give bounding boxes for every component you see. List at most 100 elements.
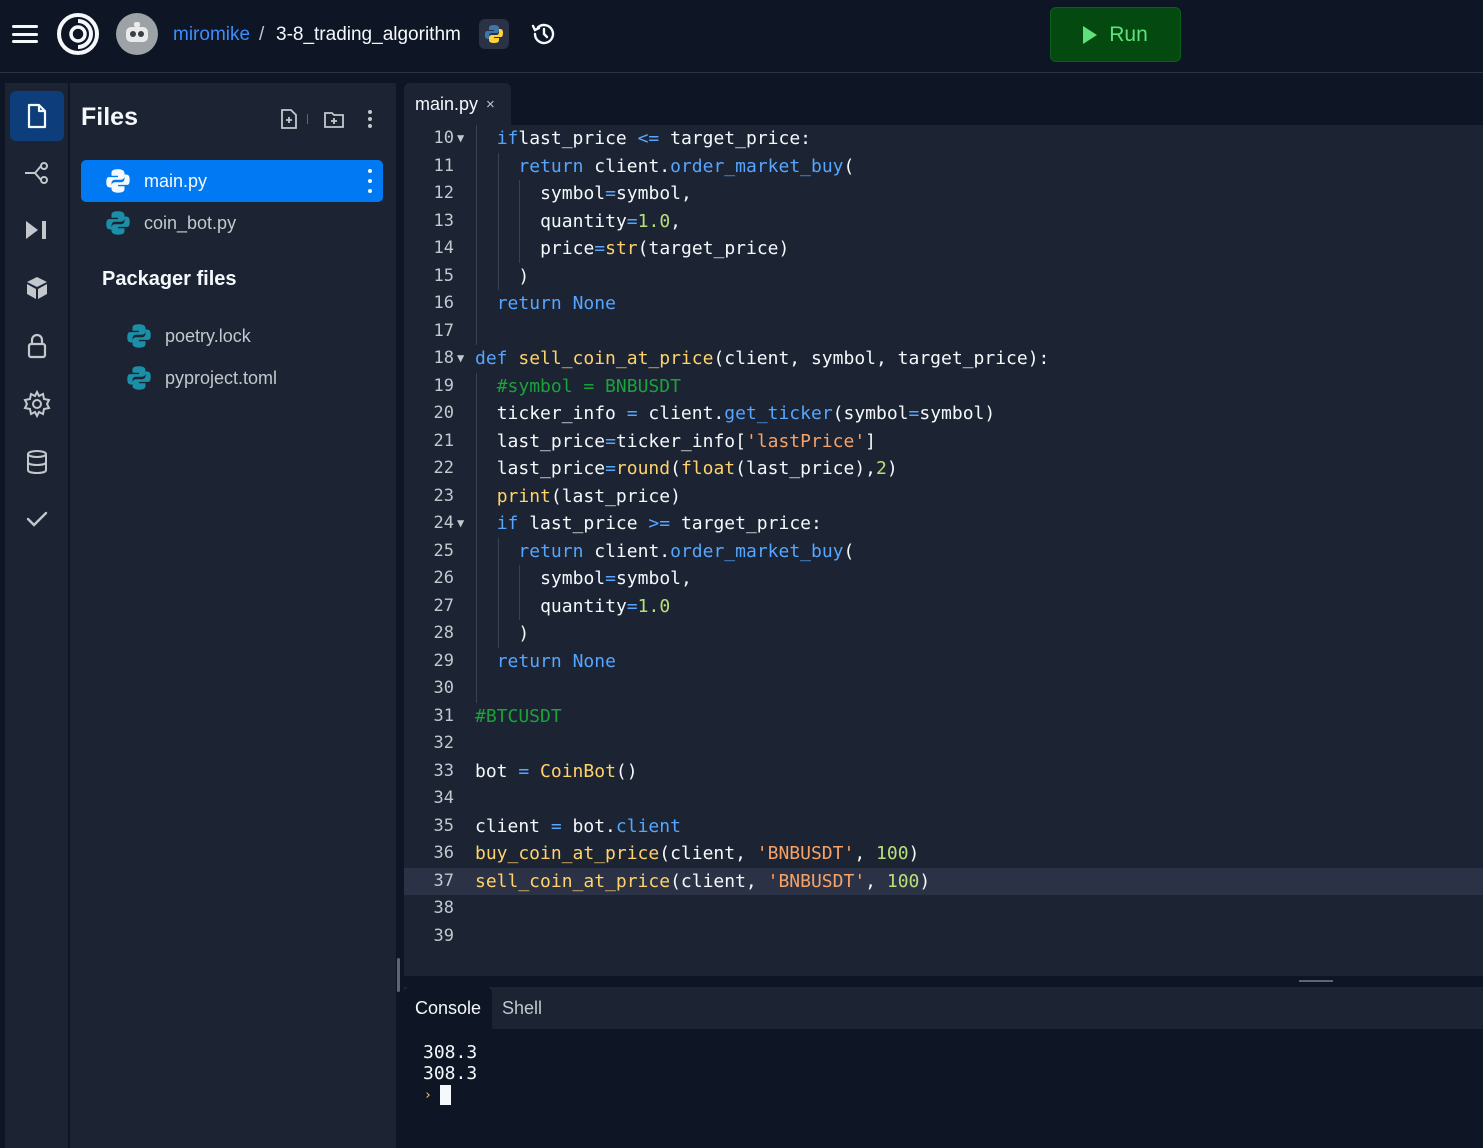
repl-name[interactable]: 3-8_trading_algorithm [276,22,461,48]
run-button[interactable]: Run [1050,7,1181,62]
unit-tests-icon[interactable] [10,494,64,544]
code-line[interactable]: 21 last_price=ticker_info['lastPrice'] [404,427,1483,455]
indent-guide [476,317,477,345]
code-line[interactable]: 25 return client.order_market_buy( [404,537,1483,565]
secrets-icon[interactable] [10,321,64,371]
top-bar: miromike / 3-8_trading_algorithm Run [0,0,1483,73]
files-more-icon[interactable] [358,107,382,131]
new-file-icon[interactable] [277,107,301,131]
file-name: coin_bot.py [144,212,237,233]
indent-guide [476,152,477,180]
code-line[interactable]: 30 [404,675,1483,703]
code-line[interactable]: 14 price=str(target_price) [404,235,1483,263]
code-line[interactable]: 12 symbol=symbol, [404,180,1483,208]
code-line[interactable]: 33 bot = CoinBot() [404,758,1483,786]
code-line[interactable]: 32 [404,730,1483,758]
code-line[interactable]: 31 #BTCUSDT [404,703,1483,731]
console-tab-bar: Console Shell [404,987,1483,1029]
code-text: buy_coin_at_price(client, 'BNBUSDT', 100… [475,843,920,864]
code-line[interactable]: 16 return None [404,290,1483,318]
code-text: print(last_price) [496,485,681,507]
code-line[interactable]: 17 [404,317,1483,345]
indent-guide [497,565,499,593]
code-text: ticker_info = client.get_ticker(symbol=s… [496,403,996,424]
file-name: pyproject.toml [165,367,278,388]
code-line[interactable]: 18 ▼ def sell_coin_at_price(client, symbol… [404,345,1483,373]
code-line[interactable]: 22 last_price=round(float(last_price),2) [404,455,1483,483]
code-line[interactable]: 13 quantity=1.0, [404,207,1483,235]
code-line[interactable]: 20 ticker_info = client.get_ticker(symbol… [404,400,1483,428]
code-line[interactable]: 10 ▼ iflast_price <= target_price: [404,125,1483,153]
console-prompt[interactable]: › [424,1085,451,1105]
code-line[interactable]: 15) [404,262,1483,290]
line-number: 28 [433,623,454,643]
code-editor[interactable]: 10 ▼ iflast_price <= target_price: 11 return… [404,125,1483,976]
debugger-icon[interactable] [10,205,64,255]
code-line[interactable]: 35 client = bot.client [404,813,1483,841]
file-item-coin-bot-py[interactable]: coin_bot.py [81,202,383,244]
console-resize-handle[interactable] [1299,980,1333,982]
close-icon[interactable]: × [486,96,495,113]
python-icon[interactable] [479,19,509,49]
line-number: 34 [433,788,454,808]
tab-main-py[interactable]: main.py × [404,83,511,125]
settings-icon[interactable] [10,379,64,429]
fold-toggle-icon[interactable]: ▼ [457,345,464,373]
line-number: 36 [433,843,454,863]
code-text: sell_coin_at_price(client, 'BNBUSDT', 10… [475,870,931,892]
files-panel: Files main.py coin_bot.py Packager files… [70,83,396,1148]
line-number: 20 [433,403,454,423]
new-folder-icon[interactable] [322,107,346,131]
git-icon[interactable] [10,148,64,198]
code-line[interactable]: 34 [404,785,1483,813]
line-number: 30 [433,678,454,698]
line-number: 22 [433,458,454,478]
code-line[interactable]: 37 sell_coin_at_price(client, 'BNBUSDT', … [404,867,1483,895]
line-number: 37 [433,870,454,891]
code-text: iflast_price <= target_price: [496,128,811,149]
code-line[interactable]: 29 return None [404,647,1483,675]
code-line[interactable]: 38 [404,895,1483,923]
editor-tab-bar: main.py × [404,83,1483,125]
indent-guide [519,180,521,208]
tab-console[interactable]: Console [404,987,493,1029]
files-icon[interactable] [10,91,64,141]
line-number: 19 [433,375,454,396]
username-link[interactable]: miromike [173,22,250,48]
indent-guide [476,455,477,483]
code-text: ) [518,265,530,287]
tool-rail [5,83,69,1148]
file-item-pyproject-toml[interactable]: pyproject.toml [102,357,383,399]
replit-logo-icon[interactable] [56,12,100,56]
code-text: price=str(target_price) [540,238,790,259]
file-more-icon[interactable] [365,169,375,193]
indent-guide [497,180,499,208]
tab-shell[interactable]: Shell [502,987,542,1029]
hamburger-menu-icon[interactable] [10,22,40,46]
console-line: 308.3 [423,1042,478,1063]
panel-resize-handle[interactable] [397,958,400,992]
indent-guide [476,510,477,538]
history-icon[interactable] [528,18,560,50]
line-number: 25 [433,540,454,561]
code-line[interactable]: 19 #symbol = BNBUSDT [404,372,1483,400]
fold-toggle-icon[interactable]: ▼ [457,125,464,153]
line-number: 10 [433,128,454,148]
code-line[interactable]: 39 [404,923,1483,951]
avatar[interactable] [116,13,158,55]
file-item-poetry-lock[interactable]: poetry.lock [102,315,383,357]
console-line: 308.3 [423,1063,478,1084]
code-line[interactable]: 11 return client.order_market_buy( [404,152,1483,180]
fold-toggle-icon[interactable]: ▼ [457,510,464,538]
packages-icon[interactable] [10,263,64,313]
code-line[interactable]: 28) [404,620,1483,648]
database-icon[interactable] [10,437,64,487]
file-item-main-py[interactable]: main.py [81,160,383,202]
code-line[interactable]: 36 buy_coin_at_price(client, 'BNBUSDT', 1… [404,840,1483,868]
code-line[interactable]: 23 print(last_price) [404,482,1483,510]
code-line[interactable]: 24 ▼ if last_price >= target_price: [404,510,1483,538]
code-line[interactable]: 26 symbol=symbol, [404,565,1483,593]
indent-guide [476,537,477,565]
code-line[interactable]: 27 quantity=1.0 [404,592,1483,620]
indent-guide [497,207,499,235]
